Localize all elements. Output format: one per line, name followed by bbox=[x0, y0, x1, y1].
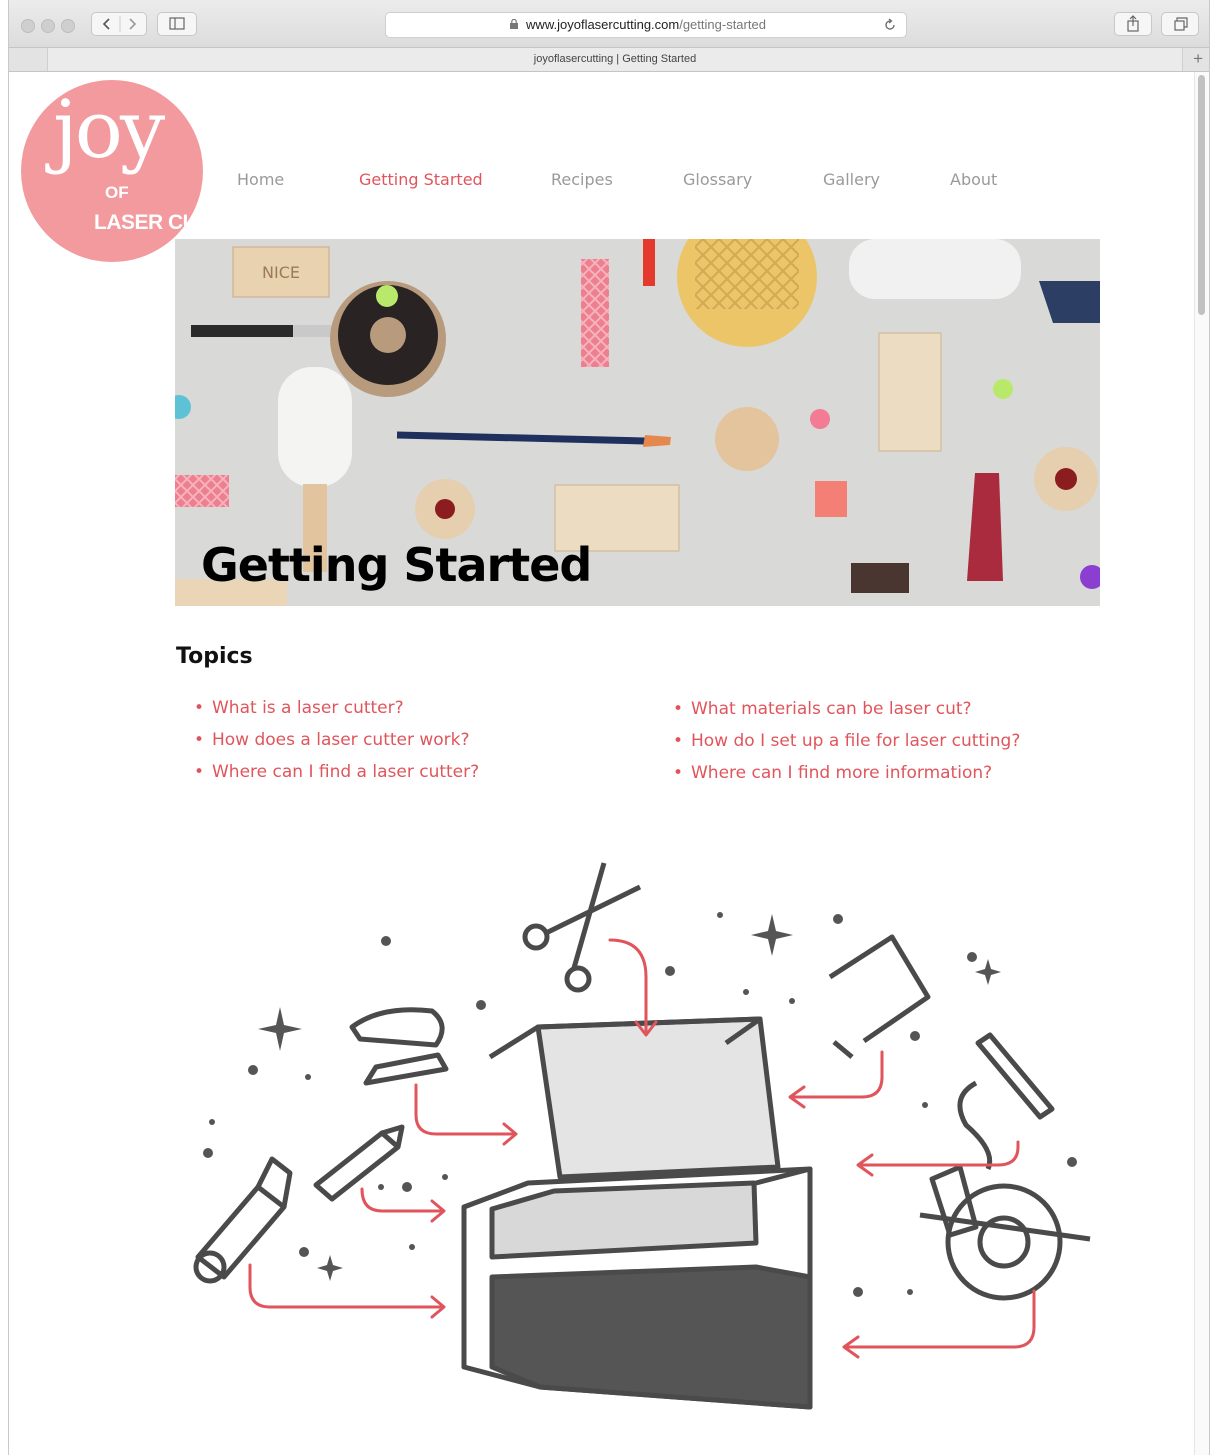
topic-link[interactable]: What is a laser cutter? bbox=[191, 692, 479, 724]
lock-icon bbox=[510, 19, 518, 29]
new-tab-button[interactable]: + bbox=[1193, 49, 1203, 69]
site-logo[interactable]: joy OF LASER CUTTING bbox=[21, 80, 258, 262]
zoom-window-button[interactable] bbox=[61, 19, 75, 33]
page-content: joy OF LASER CUTTING Home Getting Starte… bbox=[9, 72, 1194, 1455]
reload-icon[interactable] bbox=[882, 17, 898, 33]
topic-link[interactable]: How do I set up a file for laser cutting… bbox=[670, 725, 1020, 757]
nav-gallery[interactable]: Gallery bbox=[823, 170, 880, 189]
ice-pop-left bbox=[278, 367, 352, 487]
logo-laser-cutting-text: LASER CUTTING bbox=[94, 211, 258, 234]
round-cookie bbox=[715, 407, 779, 471]
topic-link[interactable]: Where can I find more information? bbox=[670, 757, 1020, 789]
share-icon bbox=[1127, 15, 1139, 32]
forward-icon[interactable] bbox=[129, 18, 137, 30]
wafer bbox=[581, 259, 609, 367]
tabs-overview-button[interactable] bbox=[1161, 12, 1199, 36]
topics-left-column: What is a laser cutter? How does a laser… bbox=[191, 692, 479, 788]
logo-joy-text: joy bbox=[53, 83, 165, 176]
back-icon[interactable] bbox=[102, 18, 110, 30]
address-bar[interactable]: www.joyoflasercutting.com/getting-starte… bbox=[385, 12, 907, 38]
choc-wafer bbox=[851, 563, 909, 593]
cutter-knife bbox=[191, 325, 303, 337]
pencil-icon bbox=[313, 1124, 405, 1202]
tab-bar: joyoflasercutting | Getting Started + bbox=[9, 48, 1209, 72]
cracker-right bbox=[878, 332, 942, 452]
nav-home[interactable]: Home bbox=[237, 170, 284, 189]
url-domain: www.joyoflasercutting.com bbox=[526, 17, 680, 32]
hole-punch-icon bbox=[349, 1007, 449, 1086]
topic-link[interactable]: Where can I find a laser cutter? bbox=[191, 756, 479, 788]
url-path: /getting-started bbox=[679, 17, 766, 32]
topic-link[interactable]: What materials can be laser cut? bbox=[670, 693, 1020, 725]
sidebar-icon bbox=[169, 17, 185, 30]
marker bbox=[643, 239, 655, 286]
topics-heading: Topics bbox=[176, 644, 253, 669]
laser-cutter-illustration bbox=[193, 862, 1091, 1410]
share-button[interactable] bbox=[1114, 12, 1152, 36]
nav-recipes[interactable]: Recipes bbox=[551, 170, 613, 189]
sponge bbox=[815, 481, 847, 517]
logo-of-text: OF bbox=[105, 183, 129, 202]
sidebar-button[interactable] bbox=[157, 12, 197, 36]
tab-active[interactable]: joyoflasercutting | Getting Started bbox=[47, 48, 1183, 71]
scrollbar-thumb[interactable] bbox=[1198, 75, 1205, 315]
ice-pop-right bbox=[849, 239, 1021, 299]
nice-biscuit-text: NICE bbox=[262, 263, 300, 282]
page-scrollbar[interactable] bbox=[1194, 72, 1209, 1455]
tabs-icon bbox=[1174, 17, 1188, 31]
utility-knife-icon bbox=[193, 1156, 293, 1284]
topics-right-column: What materials can be laser cut? How do … bbox=[670, 693, 1020, 789]
minimize-window-button[interactable] bbox=[41, 19, 55, 33]
nav-about[interactable]: About bbox=[950, 170, 997, 189]
hero-banner: NICE Getting Started bbox=[175, 239, 1100, 606]
close-window-button[interactable] bbox=[21, 19, 35, 33]
circular-saw-icon bbox=[919, 1164, 1091, 1301]
nav-getting-started[interactable]: Getting Started bbox=[359, 170, 483, 189]
scissors-icon bbox=[522, 862, 642, 993]
soldering-iron-icon bbox=[957, 1032, 1055, 1171]
topic-link[interactable]: How does a laser cutter work? bbox=[191, 724, 479, 756]
page-title: Getting Started bbox=[201, 538, 592, 592]
browser-window: www.joyoflasercutting.com/getting-starte… bbox=[8, 0, 1210, 1455]
candy-heart bbox=[376, 285, 398, 307]
nav-glossary[interactable]: Glossary bbox=[683, 170, 752, 189]
back-forward-group bbox=[91, 12, 147, 36]
browser-toolbar: www.joyoflasercutting.com/getting-starte… bbox=[9, 0, 1209, 48]
laser-cutter-machine bbox=[461, 1016, 813, 1410]
